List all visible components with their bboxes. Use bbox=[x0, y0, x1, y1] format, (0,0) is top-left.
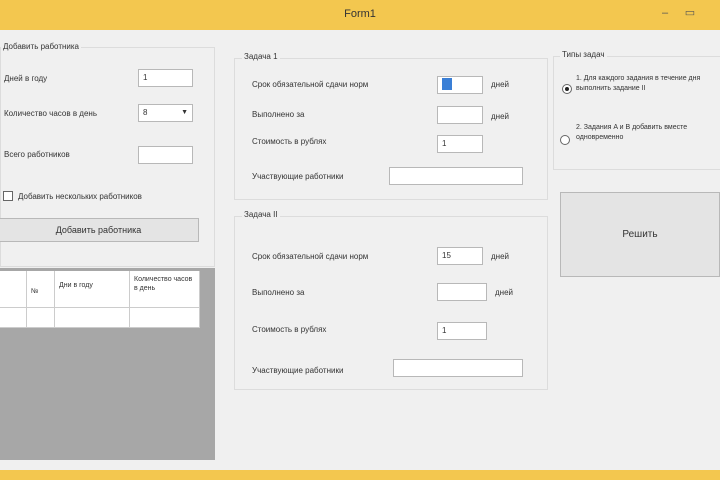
task2-limit-unit: дней bbox=[491, 252, 510, 261]
hours-dropdown[interactable]: 8 ▼ bbox=[138, 104, 193, 122]
maximize-button[interactable]: ▭ bbox=[680, 6, 700, 20]
task1-done-input[interactable] bbox=[437, 106, 483, 124]
task1-workers-input[interactable] bbox=[389, 167, 523, 185]
task1-limit-label: Срок обязательной сдачи норм bbox=[252, 80, 369, 89]
task1-limit-unit: дней bbox=[491, 80, 510, 89]
task-type-option2-radio[interactable] bbox=[560, 135, 570, 145]
task1-done-label: Выполнено за bbox=[252, 110, 305, 119]
window-bottom-border bbox=[0, 470, 720, 480]
hours-value: 8 bbox=[143, 108, 148, 117]
task2-workers-input[interactable] bbox=[393, 359, 523, 377]
task-type-title: Типы задач bbox=[560, 50, 607, 59]
column-header-hours[interactable]: Количество часов в день bbox=[130, 271, 200, 308]
task2-workers-label: Участвующие работники bbox=[252, 366, 344, 375]
grid-row-header bbox=[0, 271, 27, 308]
task1-cost-input[interactable]: 1 bbox=[437, 135, 483, 153]
task-type-option1-label: 1. Для каждого задания в течение дня вып… bbox=[576, 75, 701, 92]
task2-done-unit: дней bbox=[495, 288, 514, 297]
task2-done-input[interactable] bbox=[437, 283, 487, 301]
multiple-workers-checkbox[interactable] bbox=[3, 191, 13, 201]
column-header-number[interactable]: № bbox=[27, 271, 55, 308]
solve-button[interactable]: Решить bbox=[560, 192, 720, 277]
text-cursor bbox=[442, 77, 452, 90]
task2-title: Задача II bbox=[242, 210, 280, 219]
add-worker-group-title: Добавить работника bbox=[1, 42, 82, 51]
column-header-days[interactable]: Дни в году bbox=[55, 271, 130, 308]
table-cell[interactable] bbox=[130, 308, 200, 328]
task2-limit-label: Срок обязательной сдачи норм bbox=[252, 252, 369, 261]
task2-done-label: Выполнено за bbox=[252, 288, 305, 297]
total-label: Всего работников bbox=[4, 150, 70, 159]
total-input[interactable] bbox=[138, 146, 193, 164]
task2-cost-input[interactable]: 1 bbox=[437, 322, 487, 340]
task1-limit-input[interactable] bbox=[437, 76, 483, 94]
workers-grid[interactable]: № Дни в году Количество часов в день bbox=[0, 268, 215, 460]
task2-cost-label: Стоимость в рублях bbox=[252, 325, 327, 334]
window-title: Form1 bbox=[344, 8, 376, 20]
table-cell[interactable] bbox=[55, 308, 130, 328]
task1-cost-label: Стоимость в рублях bbox=[252, 137, 327, 146]
table-cell[interactable] bbox=[27, 308, 55, 328]
task1-title: Задача 1 bbox=[242, 52, 280, 61]
task2-limit-input[interactable]: 15 bbox=[437, 247, 483, 265]
multiple-workers-label: Добавить нескольких работников bbox=[18, 192, 142, 201]
task1-done-unit: дней bbox=[491, 112, 510, 121]
chevron-down-icon: ▼ bbox=[181, 109, 188, 116]
days-label: Дней в году bbox=[4, 74, 48, 83]
task-type-option2-label: 2. Задания A и B добавить вместе одновре… bbox=[576, 124, 688, 141]
hours-label: Количество часов в день bbox=[4, 109, 97, 118]
task-type-option1-radio[interactable] bbox=[562, 84, 572, 94]
task1-workers-label: Участвующие работники bbox=[252, 172, 344, 181]
days-input[interactable]: 1 bbox=[138, 69, 193, 87]
minimize-button[interactable]: – bbox=[655, 6, 675, 20]
title-bar: Form1 – ▭ bbox=[0, 0, 720, 30]
table-row-header[interactable] bbox=[0, 308, 27, 328]
add-worker-button[interactable]: Добавить работника bbox=[0, 218, 199, 242]
